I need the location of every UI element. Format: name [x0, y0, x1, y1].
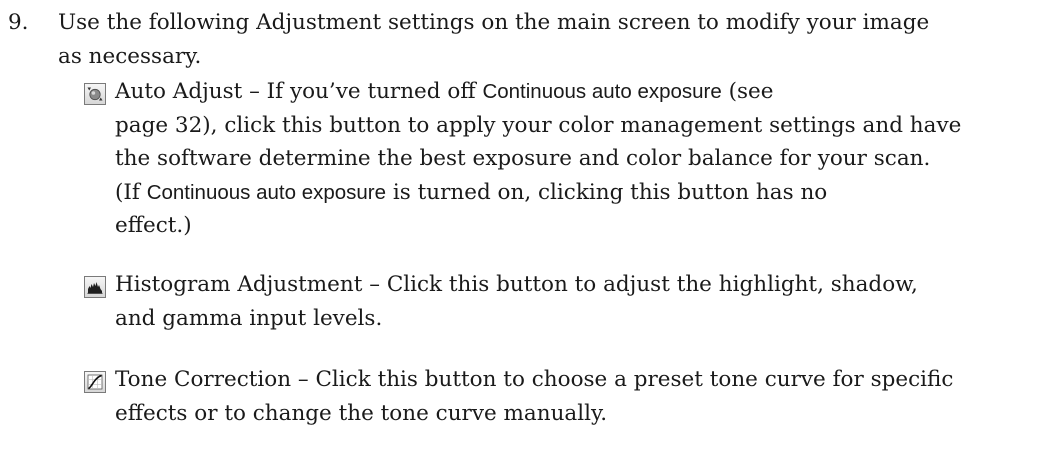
tone-correction-description: Tone Correction – Click this button to c… [115, 363, 1050, 430]
description-line: effects or to change the tone curve manu… [115, 400, 608, 426]
step-text-line: as necessary. [58, 44, 202, 69]
auto-adjust-icon [84, 83, 106, 105]
text-span: (see [721, 79, 774, 104]
text-span: is turned on, clicking this button has n… [386, 179, 828, 205]
histogram-adjustment-description: Histogram Adjustment – Click this button… [115, 268, 1050, 335]
tone-curve-icon [84, 371, 106, 393]
description-line: and gamma input levels. [115, 305, 383, 331]
document-page: 9. Use the following Adjustment settings… [0, 0, 1059, 469]
description-line: (If Continuous auto exposure is turned o… [115, 176, 1050, 210]
text-span: (If [115, 179, 147, 205]
step-text: Use the following Adjustment settings on… [58, 6, 1053, 74]
description-line: Histogram Adjustment – Click this button… [115, 272, 918, 297]
histogram-icon [84, 276, 106, 298]
description-line: the software determine the best exposure… [115, 146, 931, 171]
description-line: Tone Correction – Click this button to c… [115, 367, 954, 392]
auto-adjust-description: Auto Adjust – If you’ve turned off Conti… [115, 75, 1050, 243]
text-span: Auto Adjust – If you’ve turned off [115, 79, 483, 104]
continuous-auto-exposure-term: Continuous auto exposure [146, 180, 387, 204]
description-line: effect.) [115, 213, 192, 238]
step-number: 9. [8, 10, 29, 35]
description-line: Auto Adjust – If you’ve turned off Conti… [115, 75, 1050, 109]
step-text-line: Use the following Adjustment settings on… [58, 10, 930, 35]
description-line: page 32), click this button to apply you… [115, 112, 962, 138]
continuous-auto-exposure-term: Continuous auto exposure [482, 80, 722, 103]
